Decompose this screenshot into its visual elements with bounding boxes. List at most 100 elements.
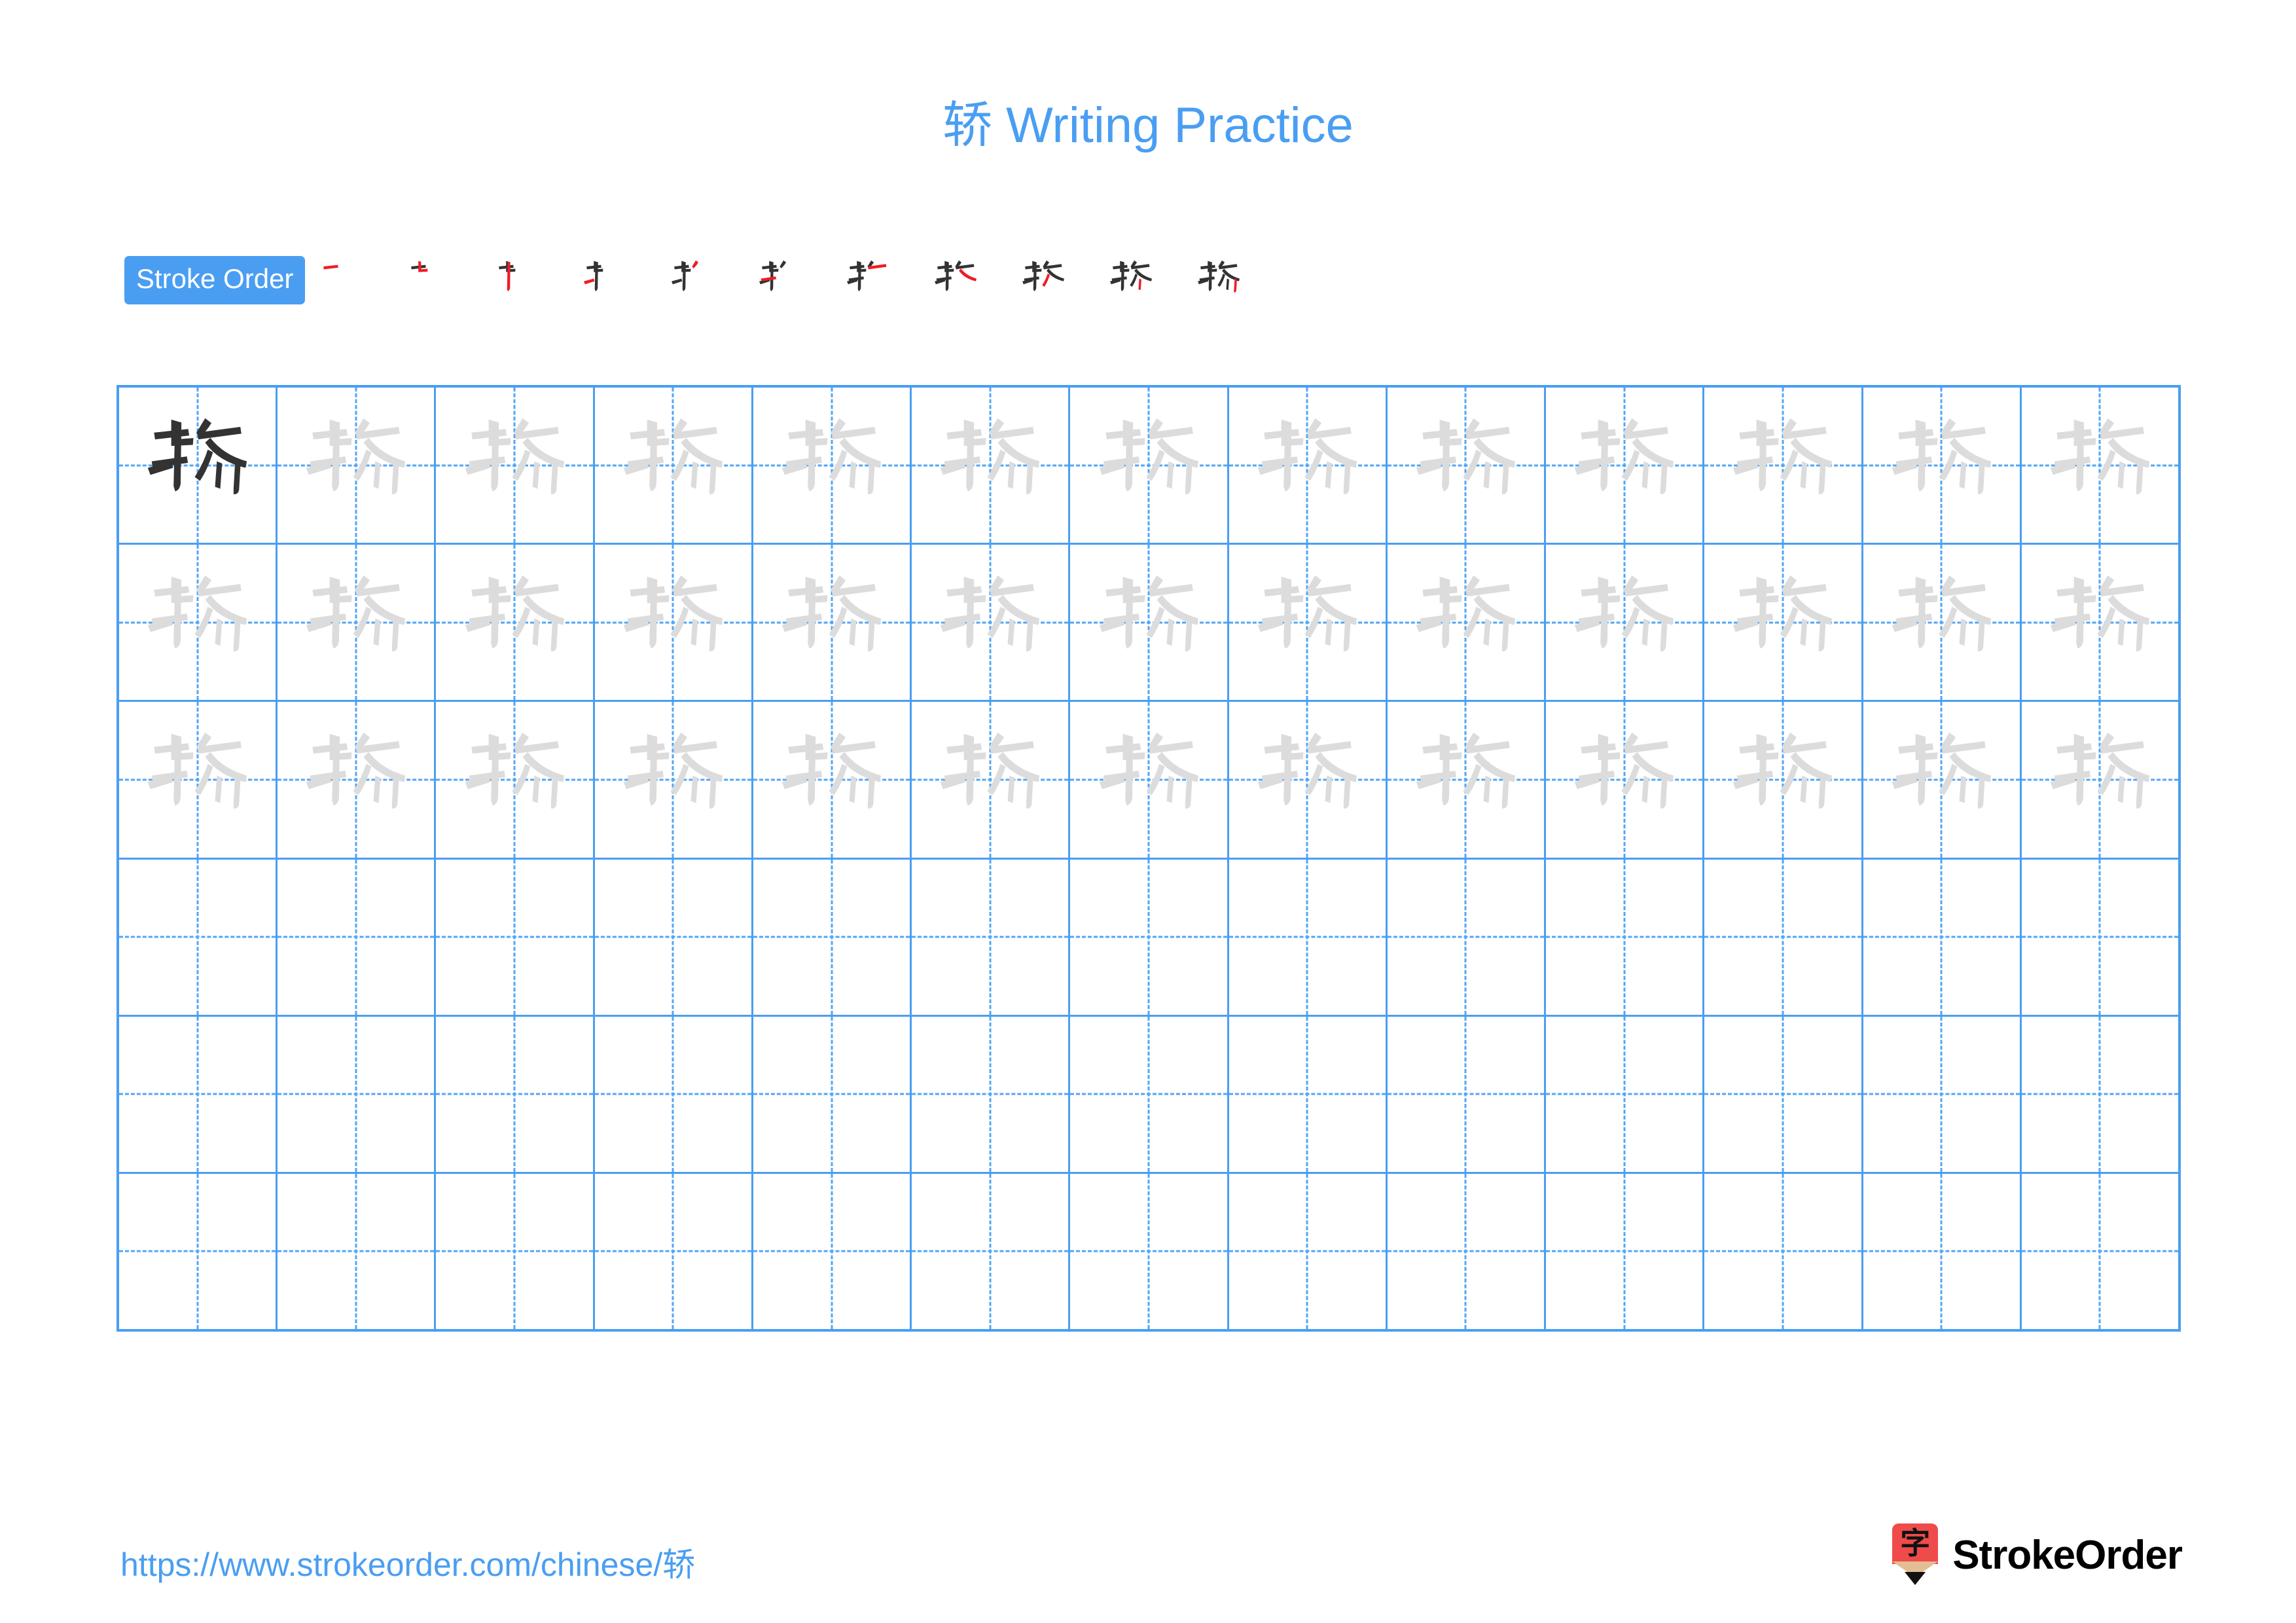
- practice-cell[interactable]: [753, 545, 912, 701]
- practice-cell[interactable]: [1229, 859, 1388, 1015]
- practice-cell[interactable]: [1229, 1173, 1388, 1330]
- practice-cell[interactable]: [2022, 1017, 2178, 1172]
- practice-cell[interactable]: [595, 545, 753, 701]
- practice-cell[interactable]: [1546, 1016, 1705, 1172]
- practice-cell[interactable]: [753, 1173, 912, 1330]
- practice-cell[interactable]: [436, 702, 595, 858]
- practice-cell[interactable]: [1070, 1016, 1229, 1172]
- practice-cell[interactable]: [1388, 1016, 1547, 1172]
- practice-cell[interactable]: [1863, 1173, 2022, 1330]
- practice-cell[interactable]: [1388, 388, 1547, 543]
- practice-cell[interactable]: [912, 388, 1071, 543]
- practice-cell[interactable]: [1229, 702, 1388, 858]
- trace-character: [753, 702, 910, 857]
- practice-cell[interactable]: [1388, 545, 1547, 701]
- practice-cell[interactable]: [278, 1016, 437, 1172]
- practice-cell[interactable]: [1863, 545, 2022, 701]
- trace-character: [753, 545, 910, 700]
- practice-cell[interactable]: [1704, 1016, 1863, 1172]
- practice-cell[interactable]: [119, 702, 278, 858]
- practice-cell[interactable]: [1070, 388, 1229, 543]
- practice-cell[interactable]: [278, 859, 437, 1015]
- practice-cell[interactable]: [436, 545, 595, 701]
- pencil-body: 字: [1892, 1523, 1939, 1564]
- practice-cell[interactable]: [1070, 859, 1229, 1015]
- practice-cell[interactable]: [1546, 1173, 1705, 1330]
- practice-cell[interactable]: [1546, 859, 1705, 1015]
- practice-cell[interactable]: [1070, 702, 1229, 858]
- practice-cell[interactable]: [1863, 859, 2022, 1015]
- practice-cell[interactable]: [753, 859, 912, 1015]
- stroke-step-2: [402, 253, 457, 308]
- practice-cell[interactable]: [1704, 1173, 1863, 1330]
- worksheet-page: 轿 Writing Practice Stroke Order https://…: [0, 0, 2296, 1623]
- practice-cell[interactable]: [1704, 388, 1863, 543]
- practice-cell[interactable]: [1863, 1016, 2022, 1172]
- practice-cell[interactable]: [119, 388, 278, 543]
- practice-cell[interactable]: [1863, 388, 2022, 543]
- practice-cell[interactable]: [119, 1016, 278, 1172]
- practice-cell[interactable]: [278, 388, 437, 543]
- grid-row-4: [119, 859, 2178, 1017]
- practice-cell[interactable]: [1863, 702, 2022, 858]
- practice-cell[interactable]: [1546, 388, 1705, 543]
- practice-cell[interactable]: [1229, 1016, 1388, 1172]
- practice-cell[interactable]: [1229, 388, 1388, 543]
- practice-cell[interactable]: [912, 1016, 1071, 1172]
- practice-cell[interactable]: [753, 1016, 912, 1172]
- practice-cell[interactable]: [595, 1173, 753, 1330]
- practice-cell[interactable]: [912, 702, 1071, 858]
- practice-cell[interactable]: [119, 545, 278, 701]
- practice-cell[interactable]: [2022, 860, 2178, 1015]
- practice-cell[interactable]: [278, 1173, 437, 1330]
- practice-cell[interactable]: [1704, 545, 1863, 701]
- practice-cell[interactable]: [278, 545, 437, 701]
- practice-cell[interactable]: [1388, 702, 1547, 858]
- stroke-order-section: Stroke Order: [124, 253, 1279, 308]
- practice-cell[interactable]: [2022, 1174, 2178, 1329]
- stroke-step-1: [314, 253, 369, 308]
- practice-cell[interactable]: [595, 859, 753, 1015]
- practice-cell[interactable]: [912, 859, 1071, 1015]
- trace-character: [436, 545, 592, 700]
- practice-cell[interactable]: [2022, 702, 2178, 857]
- grid-row-5: [119, 1016, 2178, 1174]
- practice-cell[interactable]: [436, 859, 595, 1015]
- practice-cell[interactable]: [1388, 859, 1547, 1015]
- trace-character: [1070, 388, 1227, 543]
- practice-cell[interactable]: [1704, 859, 1863, 1015]
- practice-cell[interactable]: [436, 388, 595, 543]
- trace-character: [1704, 388, 1861, 543]
- practice-cell[interactable]: [119, 859, 278, 1015]
- trace-character: [1388, 702, 1544, 857]
- practice-cell[interactable]: [595, 388, 753, 543]
- practice-cell[interactable]: [2022, 388, 2178, 543]
- practice-cell[interactable]: [1704, 702, 1863, 858]
- practice-cell[interactable]: [595, 702, 753, 858]
- practice-cell[interactable]: [1229, 545, 1388, 701]
- trace-character: [595, 388, 751, 543]
- practice-cell[interactable]: [1546, 702, 1705, 858]
- practice-cell[interactable]: [1070, 545, 1229, 701]
- brand-name: StrokeOrder: [1952, 1532, 2183, 1578]
- practice-cell[interactable]: [912, 545, 1071, 701]
- practice-cell[interactable]: [1070, 1173, 1229, 1330]
- trace-character: [595, 702, 751, 857]
- practice-cell[interactable]: [753, 388, 912, 543]
- practice-cell[interactable]: [119, 1173, 278, 1330]
- practice-cell[interactable]: [753, 702, 912, 858]
- trace-character: [278, 545, 434, 700]
- trace-character: [1546, 545, 1702, 700]
- practice-cell[interactable]: [436, 1173, 595, 1330]
- practice-cell[interactable]: [278, 702, 437, 858]
- practice-cell[interactable]: [595, 1016, 753, 1172]
- practice-cell[interactable]: [1388, 1173, 1547, 1330]
- practice-cell[interactable]: [1546, 545, 1705, 701]
- trace-character: [2022, 545, 2178, 700]
- stroke-step-5: [665, 253, 720, 308]
- source-url[interactable]: https://www.strokeorder.com/chinese/轿: [120, 1539, 695, 1586]
- practice-cell[interactable]: [436, 1016, 595, 1172]
- practice-cell[interactable]: [2022, 545, 2178, 700]
- practice-cell[interactable]: [912, 1173, 1071, 1330]
- trace-character: [1388, 545, 1544, 700]
